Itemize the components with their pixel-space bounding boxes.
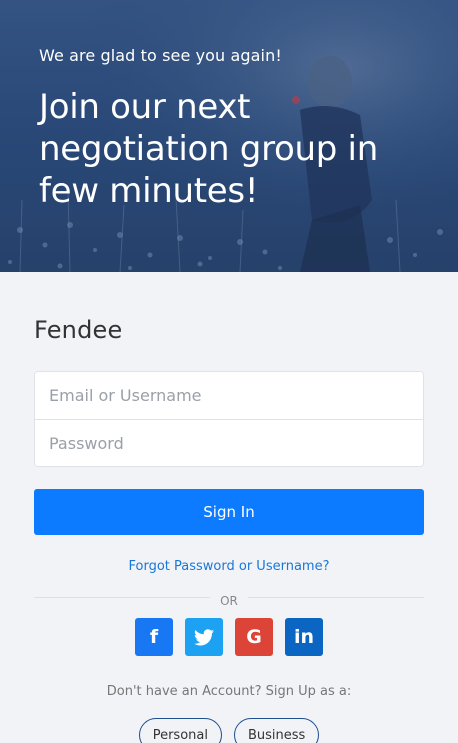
hero-subtitle: We are glad to see you again!	[39, 46, 282, 65]
signup-personal-button[interactable]: Personal	[138, 718, 222, 743]
signup-prompt: Don't have an Account? Sign Up as a:	[106, 684, 352, 699]
facebook-login-button[interactable]: f	[135, 618, 173, 656]
signup-business-button[interactable]: Business	[233, 718, 320, 743]
twitter-icon	[194, 628, 214, 645]
facebook-icon: f	[149, 626, 159, 648]
google-login-button[interactable]: G	[235, 618, 273, 656]
google-icon: G	[246, 626, 262, 648]
or-label: OR	[210, 594, 248, 608]
password-input[interactable]	[35, 419, 423, 466]
hero-banner: We are glad to see you again! Join our n…	[0, 0, 458, 272]
social-login-buttons: f G in	[34, 618, 424, 656]
login-fields	[34, 371, 424, 467]
or-divider: OR	[34, 590, 424, 608]
linkedin-login-button[interactable]: in	[285, 618, 323, 656]
login-panel: Fendee Sign In Forgot Password or Userna…	[0, 316, 458, 743]
sign-in-button[interactable]: Sign In	[34, 489, 424, 535]
linkedin-icon: in	[293, 626, 315, 648]
email-username-input[interactable]	[35, 372, 423, 419]
brand-name: Fendee	[34, 316, 123, 344]
hero-title: Join our next negotiation group in few m…	[39, 87, 378, 211]
twitter-login-button[interactable]	[185, 618, 223, 656]
forgot-password-link[interactable]: Forgot Password or Username?	[129, 559, 330, 574]
account-type-options: Personal Business	[34, 718, 424, 743]
forgot-password-row: Forgot Password or Username?	[34, 559, 424, 574]
